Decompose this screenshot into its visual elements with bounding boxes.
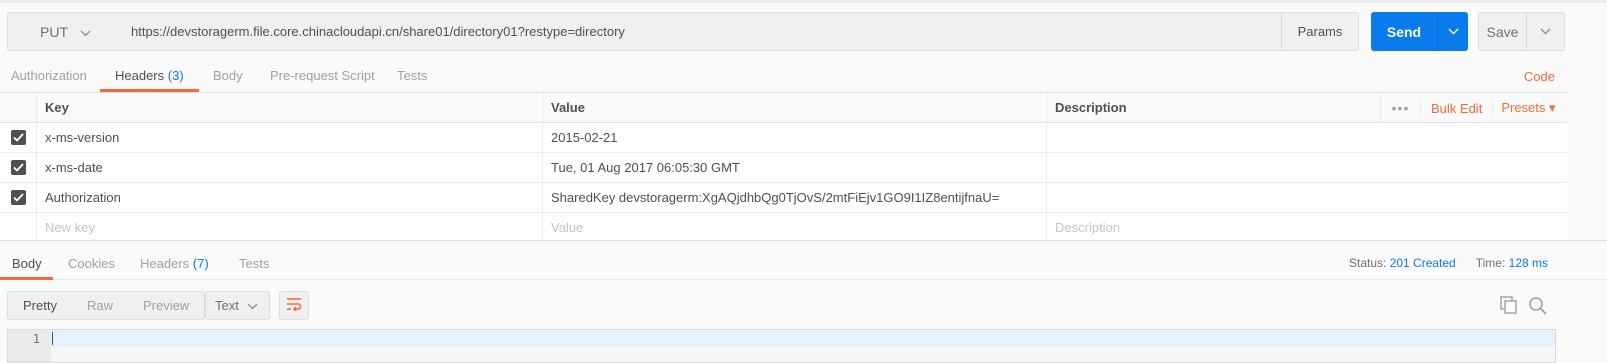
send-button[interactable]: Send <box>1371 12 1468 51</box>
params-button[interactable]: Params <box>1281 12 1359 51</box>
row-checkbox[interactable] <box>10 190 26 205</box>
response-tab-headers-count: (7) <box>192 256 209 271</box>
method-select[interactable]: PUT <box>7 12 121 51</box>
mode-pretty[interactable]: Pretty <box>8 298 72 313</box>
header-value-cell[interactable]: SharedKey devstoragerm:XgAQjdhbQg0TjOvS/… <box>543 183 1047 212</box>
send-options-chevron-icon[interactable] <box>1438 28 1468 35</box>
tab-prerequest-script[interactable]: Pre-request Script <box>270 68 375 83</box>
table-row: x-ms-version 2015-02-21 <box>0 123 1567 153</box>
new-value-input[interactable]: Value <box>543 213 1047 242</box>
time-value[interactable]: 128 ms <box>1509 256 1548 270</box>
response-active-tab-indicator <box>0 277 53 280</box>
row-check-cell <box>0 153 37 182</box>
table-row: Authorization SharedKey devstoragerm:XgA… <box>0 183 1567 213</box>
column-header-value: Value <box>543 93 1047 122</box>
chevron-down-icon <box>80 24 91 40</box>
tab-headers-count: (3) <box>167 68 184 83</box>
tab-authorization[interactable]: Authorization <box>11 68 87 83</box>
send-label: Send <box>1386 23 1422 40</box>
copy-icon[interactable] <box>1500 296 1518 317</box>
row-checkbox[interactable] <box>10 160 26 175</box>
header-check-column <box>0 93 37 122</box>
more-options-icon[interactable]: ••• <box>1381 100 1420 116</box>
table-row: x-ms-date Tue, 01 Aug 2017 06:05:30 GMT <box>0 153 1567 183</box>
tab-headers[interactable]: Headers (3) <box>115 68 184 83</box>
save-button[interactable]: Save <box>1478 12 1565 51</box>
wrap-lines-icon <box>285 297 303 314</box>
status-label: Status: <box>1348 256 1387 270</box>
line-number: 1 <box>32 332 40 346</box>
status-value[interactable]: 201 Created <box>1390 256 1456 270</box>
search-icon[interactable] <box>1528 296 1548 319</box>
save-options-chevron-icon[interactable] <box>1527 28 1564 35</box>
row-check-cell <box>0 183 37 212</box>
top-border <box>0 0 1607 3</box>
mode-raw[interactable]: Raw <box>72 298 128 313</box>
header-key-cell[interactable]: x-ms-date <box>37 153 543 182</box>
row-checkbox[interactable] <box>10 130 26 145</box>
active-line-highlight <box>51 330 1555 347</box>
wrap-lines-button[interactable] <box>279 291 309 320</box>
response-meta: Status: 201 Created Time: 128 ms <box>1349 256 1548 270</box>
response-tab-tests[interactable]: Tests <box>239 256 269 271</box>
format-select[interactable]: Text <box>205 291 270 320</box>
tab-body[interactable]: Body <box>213 68 243 83</box>
table-actions: ••• Bulk Edit Presets ▾ <box>1380 93 1567 123</box>
column-header-key: Key <box>37 93 543 122</box>
status-info: Status: 201 Created <box>1349 256 1456 270</box>
code-link[interactable]: Code <box>1524 69 1555 84</box>
response-tab-body[interactable]: Body <box>12 256 42 271</box>
save-label: Save <box>1486 23 1519 40</box>
header-key-cell[interactable]: x-ms-version <box>37 123 543 152</box>
mode-preview[interactable]: Preview <box>128 298 204 313</box>
bulk-edit-link[interactable]: Bulk Edit <box>1420 100 1492 116</box>
format-label: Text <box>215 298 239 313</box>
header-key-cell[interactable]: Authorization <box>37 183 543 212</box>
header-description-cell[interactable] <box>1047 153 1567 182</box>
request-tabs: Authorization Headers (3) Body Pre-reque… <box>0 62 1607 92</box>
tab-tests[interactable]: Tests <box>397 68 427 83</box>
body-view-mode: Pretty Raw Preview <box>7 291 206 320</box>
time-label: Time: <box>1475 256 1506 270</box>
headers-table: Key Value Description ••• Bulk Edit Pres… <box>0 92 1567 243</box>
time-info: Time: 128 ms <box>1476 256 1548 270</box>
new-key-input[interactable]: New key <box>37 213 543 242</box>
response-tab-headers[interactable]: Headers (7) <box>140 256 209 271</box>
row-check-cell <box>0 213 37 242</box>
header-value-cell[interactable]: Tue, 01 Aug 2017 06:05:30 GMT <box>543 153 1047 182</box>
url-input[interactable]: https://devstoragerm.file.core.chinaclou… <box>120 12 1282 51</box>
row-check-cell <box>0 123 37 152</box>
tab-headers-label: Headers <box>115 68 165 83</box>
text-cursor <box>52 332 53 345</box>
response-tab-headers-label: Headers <box>140 256 190 271</box>
header-description-cell[interactable] <box>1047 123 1567 152</box>
new-header-row: New key Value Description <box>0 213 1567 243</box>
presets-dropdown[interactable]: Presets ▾ <box>1492 100 1563 116</box>
new-description-input[interactable]: Description <box>1047 213 1567 242</box>
method-label: PUT <box>40 23 68 40</box>
table-header-row: Key Value Description ••• Bulk Edit Pres… <box>0 93 1567 123</box>
header-description-cell[interactable] <box>1047 183 1567 212</box>
response-tab-cookies[interactable]: Cookies <box>68 256 115 271</box>
response-body-editor[interactable]: 1 <box>7 329 1556 363</box>
header-value-cell[interactable]: 2015-02-21 <box>543 123 1047 152</box>
chevron-down-icon <box>247 298 258 313</box>
